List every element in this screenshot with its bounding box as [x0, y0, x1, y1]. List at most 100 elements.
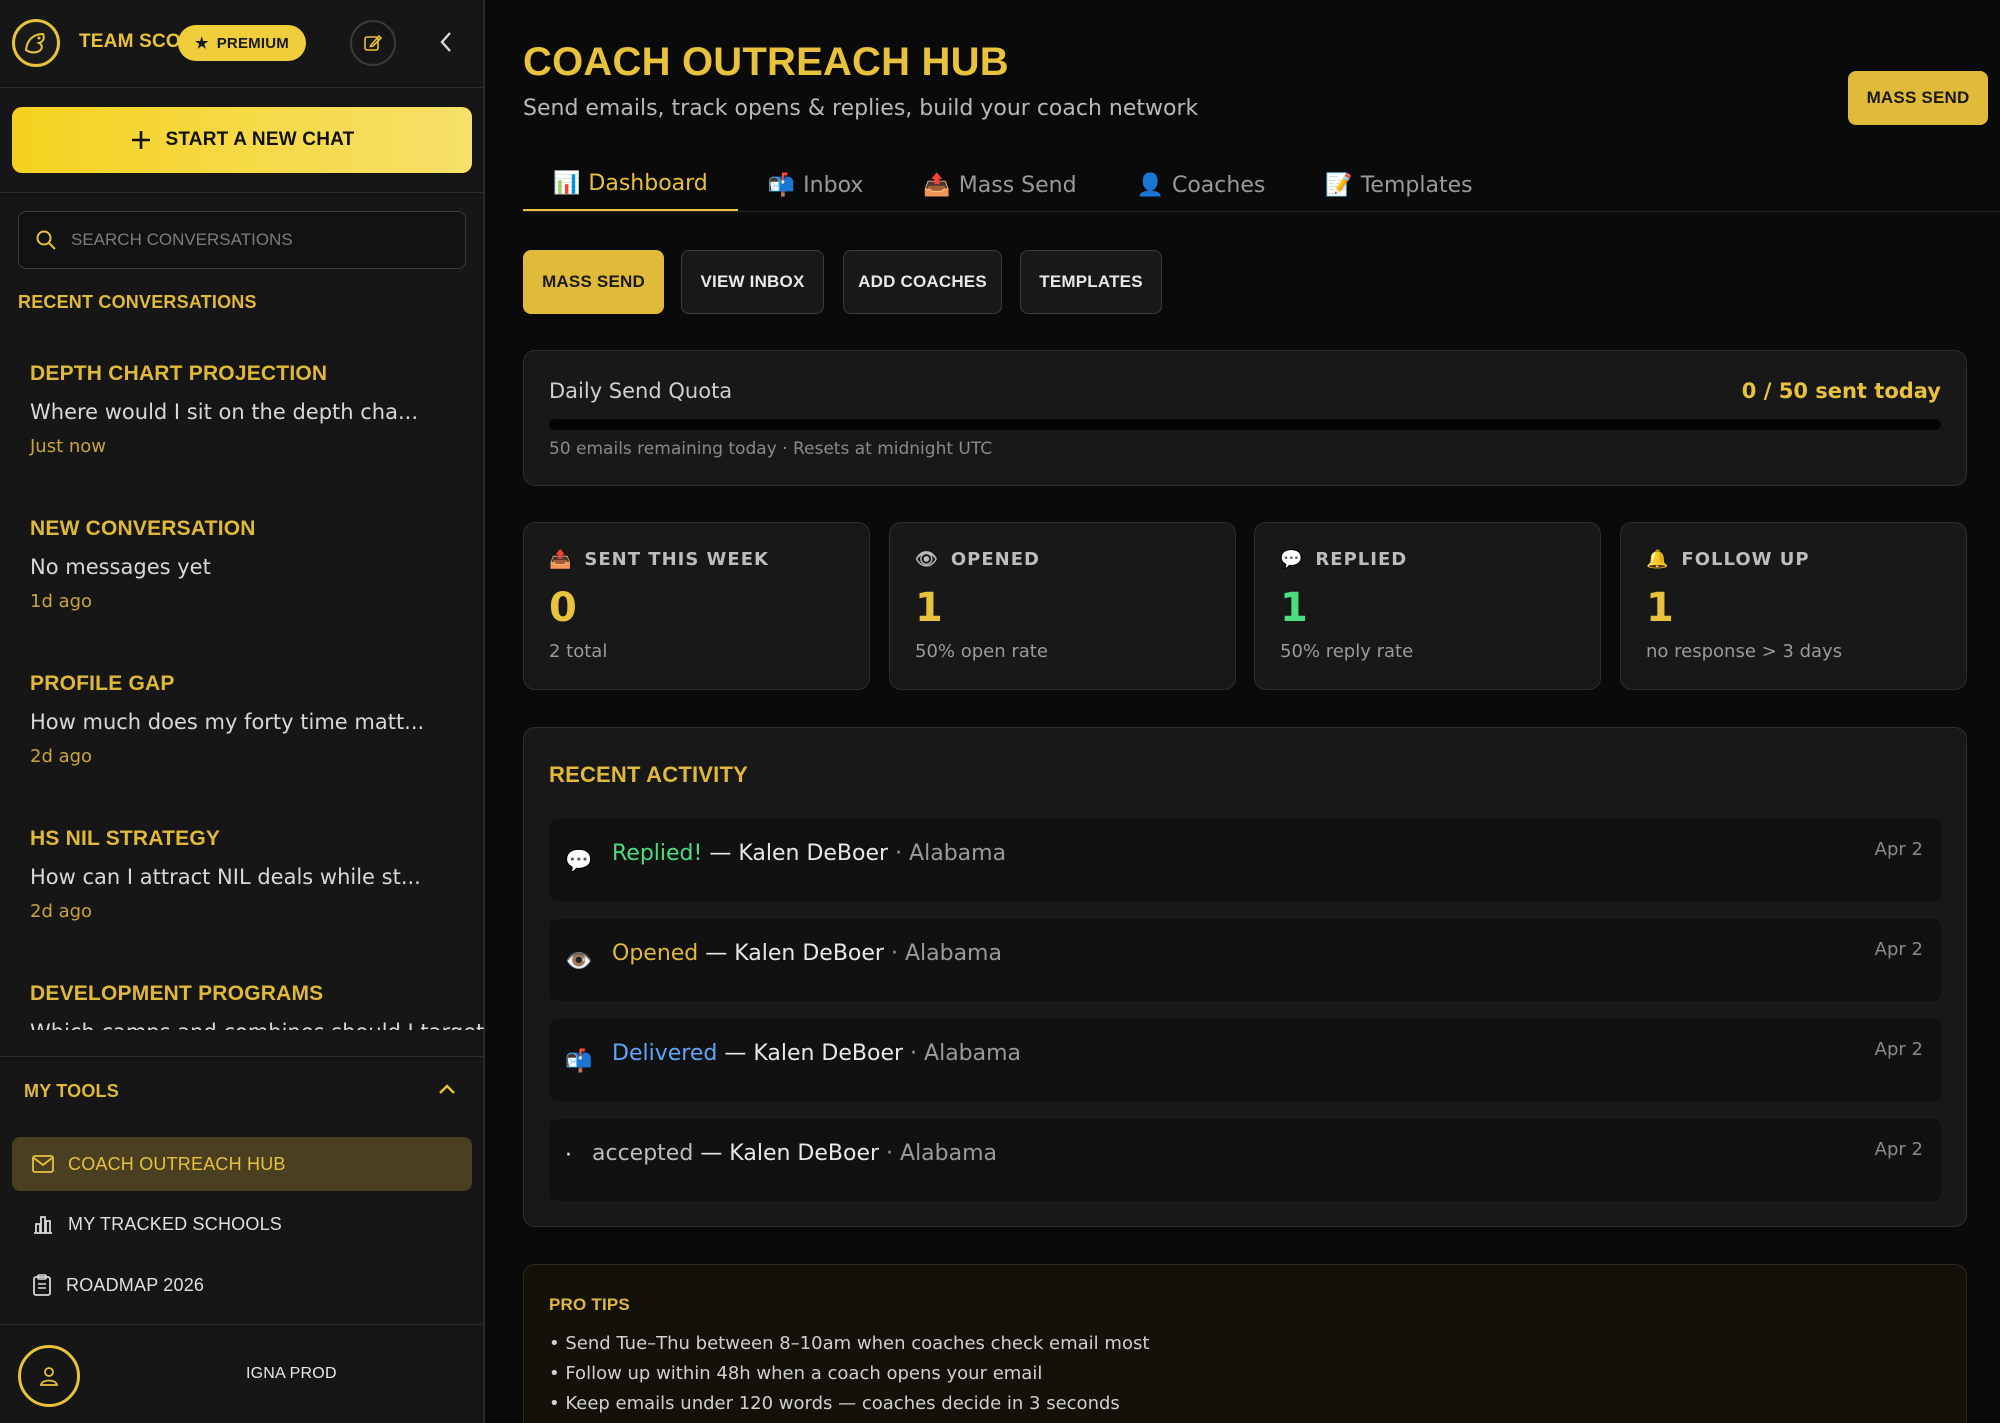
search-conversations-input[interactable] [71, 230, 431, 250]
stat-sub: no response > 3 days [1646, 641, 1843, 662]
plus-icon [131, 131, 150, 149]
tab-label: Mass Send [958, 172, 1077, 198]
person-icon: 👤 [1136, 172, 1164, 198]
tab-label: Dashboard [588, 171, 708, 196]
stat-card-sent: 📤 SENT THIS WEEK 0 2 total [523, 522, 870, 690]
tab-coaches[interactable]: 👤 Coaches [1107, 158, 1296, 212]
tool-label: MY TRACKED SCHOOLS [68, 1213, 282, 1234]
conversation-item[interactable]: DEPTH CHART PROJECTION Where would I sit… [30, 362, 460, 457]
user-name[interactable]: IGNA PROD [246, 1365, 337, 1383]
activity-date: Apr 2 [1874, 1039, 1923, 1060]
search-icon [36, 230, 56, 250]
conversation-item[interactable]: DEVELOPMENT PROGRAMS Which camps and com… [30, 982, 485, 1030]
conversation-item[interactable]: PROFILE GAP How much does my forty time … [30, 672, 460, 767]
outbox-icon: 📤 [549, 549, 573, 570]
divider [523, 211, 2000, 212]
activity-row[interactable]: · accepted — Kalen DeBoer · Alabama Apr … [549, 1119, 1941, 1201]
tool-label: COACH OUTREACH HUB [68, 1153, 286, 1174]
main-content: COACH OUTREACH HUB Send emails, track op… [487, 0, 2000, 1423]
conversation-title: HS NIL STRATEGY [30, 827, 221, 850]
clipboard-icon [33, 1274, 51, 1296]
stat-sub: 50% reply rate [1280, 641, 1414, 662]
divider [0, 1324, 485, 1325]
activity-row[interactable]: 👁️ Opened — Kalen DeBoer · Alabama Apr 2 [549, 919, 1941, 1001]
pro-tip: • Send Tue–Thu between 8–10am when coach… [549, 1333, 1150, 1354]
mailbox-icon: 📬 [565, 1049, 593, 1074]
divider [0, 192, 485, 193]
activity-row[interactable]: 💬 Replied! — Kalen DeBoer · Alabama Apr … [549, 819, 1941, 901]
conversation-title: NEW CONVERSATION [30, 517, 256, 540]
start-new-chat-label: START A NEW CHAT [165, 129, 355, 150]
outbox-icon: 📤 [923, 172, 951, 198]
conversation-preview: No messages yet [30, 555, 211, 579]
sidebar: TEAM SCOUT ★ PREMIUM START A NEW CHAT RE… [0, 0, 485, 1423]
conversation-title: PROFILE GAP [30, 672, 175, 695]
conversation-preview: Where would I sit on the depth cha... [30, 400, 419, 424]
bell-icon: 🔔 [1646, 549, 1670, 570]
view-inbox-button[interactable]: VIEW INBOX [681, 250, 824, 314]
tab-templates[interactable]: 📝 Templates [1295, 158, 1502, 212]
chevron-left-icon [440, 32, 451, 52]
conversation-time: 1d ago [30, 591, 93, 612]
team-scout-logo-icon[interactable] [12, 19, 60, 67]
activity-date: Apr 2 [1874, 839, 1923, 860]
activity-school: · Alabama [910, 1041, 1022, 1066]
tool-coach-outreach-hub[interactable]: COACH OUTREACH HUB [12, 1137, 472, 1191]
stat-label: REPLIED [1315, 549, 1408, 570]
templates-button[interactable]: TEMPLATES [1020, 250, 1162, 314]
pro-tip: • Keep emails under 120 words — coaches … [549, 1393, 1120, 1414]
page-title: COACH OUTREACH HUB [523, 40, 1009, 84]
activity-status: Delivered [612, 1041, 718, 1066]
add-coaches-button[interactable]: ADD COACHES [843, 250, 1002, 314]
conversation-preview: How can I attract NIL deals while st... [30, 865, 421, 889]
stat-value: 1 [915, 585, 943, 631]
chart-icon: 📊 [553, 171, 581, 196]
new-note-button[interactable] [350, 20, 396, 66]
sidebar-header: TEAM SCOUT ★ PREMIUM [0, 0, 485, 88]
stat-label: FOLLOW UP [1681, 549, 1810, 570]
mass-send-header-button[interactable]: MASS SEND [1848, 71, 1988, 125]
stat-card-follow-up: 🔔 FOLLOW UP 1 no response > 3 days [1620, 522, 1967, 690]
tool-roadmap-2026[interactable]: ROADMAP 2026 [12, 1258, 472, 1312]
mass-send-button[interactable]: MASS SEND [523, 250, 664, 314]
stat-sub: 50% open rate [915, 641, 1048, 662]
conversation-title: DEPTH CHART PROJECTION [30, 362, 328, 385]
tab-label: Coaches [1171, 172, 1266, 198]
conversation-time: 2d ago [30, 746, 93, 767]
dot-icon: · [565, 1143, 572, 1168]
activity-coach: — Kalen DeBoer [700, 1141, 880, 1166]
conversation-item[interactable]: NEW CONVERSATION No messages yet 1d ago [30, 517, 460, 612]
star-icon: ★ [195, 35, 209, 52]
start-new-chat-button[interactable]: START A NEW CHAT [12, 107, 472, 173]
pro-tips-card: PRO TIPS • Send Tue–Thu between 8–10am w… [523, 1264, 1967, 1423]
user-icon [39, 1367, 59, 1386]
quota-label: Daily Send Quota [549, 379, 733, 403]
tool-my-tracked-schools[interactable]: MY TRACKED SCHOOLS [12, 1197, 472, 1251]
chevron-up-icon [439, 1084, 455, 1094]
tab-label: Inbox [803, 172, 864, 198]
premium-label: PREMIUM [216, 34, 289, 52]
activity-status: accepted [592, 1141, 694, 1166]
collapse-sidebar-button[interactable] [428, 24, 464, 60]
activity-row[interactable]: 📬 Delivered — Kalen DeBoer · Alabama Apr… [549, 1019, 1941, 1101]
tab-inbox[interactable]: 📬 Inbox [738, 158, 894, 212]
divider [0, 1056, 485, 1057]
quota-progress-bar [549, 419, 1941, 430]
collapse-tools-button[interactable] [436, 1078, 460, 1102]
activity-school: · Alabama [886, 1141, 998, 1166]
user-avatar[interactable] [18, 1345, 80, 1407]
quota-note: 50 emails remaining today · Resets at mi… [549, 439, 993, 459]
search-box[interactable] [18, 211, 466, 269]
conversation-item[interactable]: HS NIL STRATEGY How can I attract NIL de… [30, 827, 460, 922]
activity-coach: — Kalen DeBoer [709, 841, 889, 866]
activity-coach: — Kalen DeBoer [705, 941, 884, 966]
edit-icon [364, 34, 383, 51]
activity-date: Apr 2 [1874, 939, 1923, 960]
tab-dashboard[interactable]: 📊 Dashboard [523, 158, 738, 212]
tab-mass-send[interactable]: 📤 Mass Send [893, 158, 1106, 212]
activity-school: · Alabama [895, 841, 1007, 866]
page-subtitle: Send emails, track opens & replies, buil… [523, 96, 1199, 121]
activity-date: Apr 2 [1874, 1139, 1923, 1160]
activity-coach: — Kalen DeBoer [724, 1041, 904, 1066]
stat-card-replied: 💬 REPLIED 1 50% reply rate [1254, 522, 1601, 690]
